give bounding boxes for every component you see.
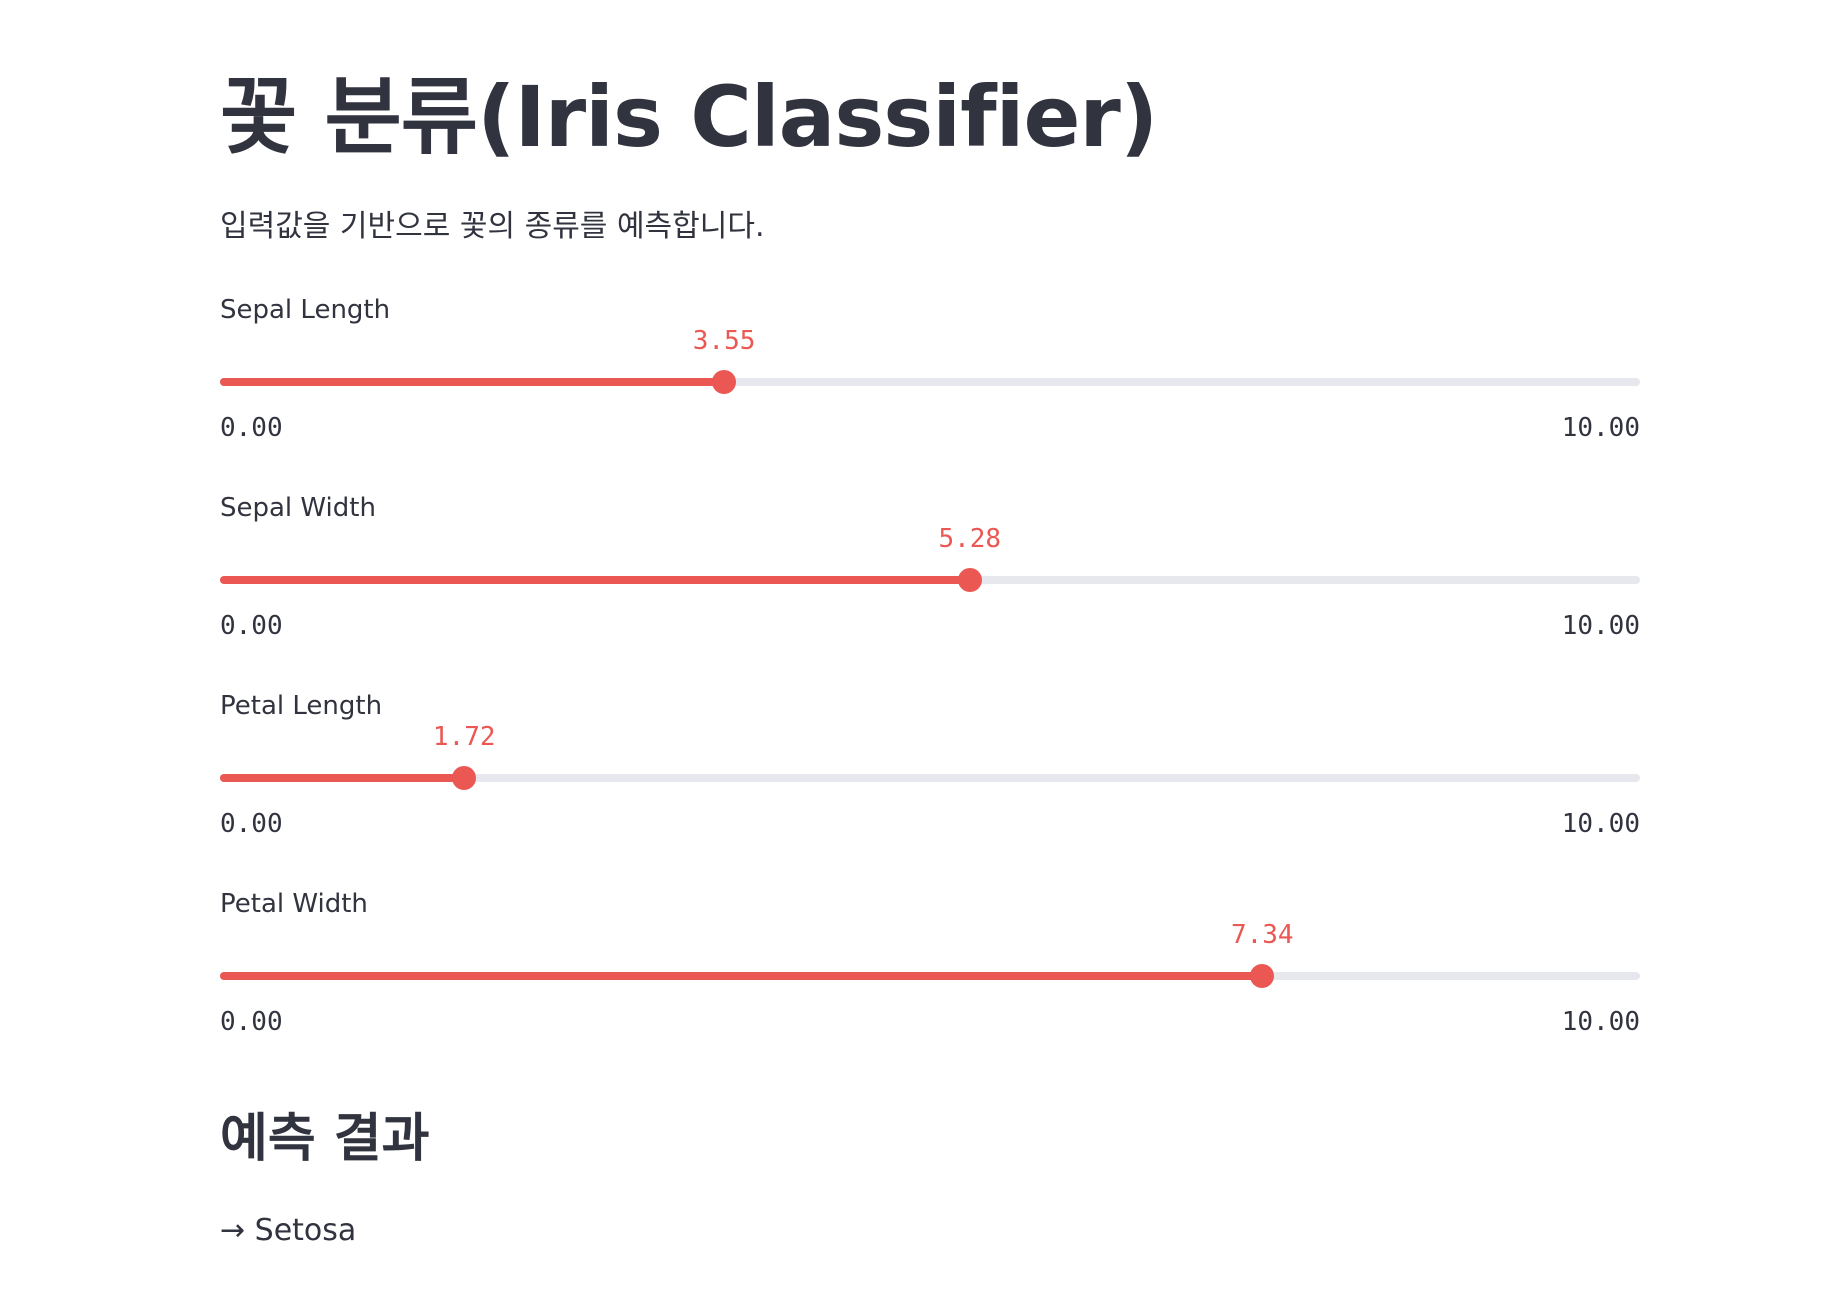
slider-label: Petal Length	[220, 691, 383, 721]
slider-track[interactable]	[220, 576, 1640, 584]
slider-current-value: 3.55	[692, 326, 756, 356]
page-title: 꽃 분류(Iris Classifier)	[220, 68, 1158, 166]
slider-current-value: 7.34	[1230, 920, 1294, 950]
result-text: → Setosa	[220, 1213, 357, 1248]
slider-current-value: 1.72	[432, 722, 496, 752]
slider-track-fill	[220, 378, 725, 386]
slider-max-label: 10.00	[1561, 413, 1640, 443]
slider-track-fill	[220, 972, 1263, 980]
slider-track-fill	[220, 774, 465, 782]
slider-label: Petal Width	[220, 889, 368, 919]
slider-track[interactable]	[220, 378, 1640, 386]
slider-sepal-length: Sepal Length 3.55 0.00 10.00	[220, 292, 1640, 482]
slider-petal-length: Petal Length 1.72 0.00 10.00	[220, 688, 1640, 878]
slider-petal-width: Petal Width 7.34 0.00 10.00	[220, 886, 1640, 1076]
slider-min-label: 0.00	[220, 809, 283, 839]
slider-sepal-width: Sepal Width 5.28 0.00 10.00	[220, 490, 1640, 680]
slider-min-label: 0.00	[220, 1007, 283, 1037]
slider-thumb[interactable]	[712, 370, 737, 394]
page-subtitle: 입력값을 기반으로 꽃의 종류를 예측합니다.	[220, 209, 765, 244]
slider-max-label: 10.00	[1561, 1007, 1640, 1037]
slider-track-area[interactable]: 5.28	[220, 524, 1640, 600]
slider-min-label: 0.00	[220, 413, 283, 443]
slider-track-area[interactable]: 3.55	[220, 326, 1640, 402]
slider-track[interactable]	[220, 972, 1640, 980]
slider-track[interactable]	[220, 774, 1640, 782]
slider-min-label: 0.00	[220, 611, 283, 641]
slider-track-area[interactable]: 7.34	[220, 920, 1640, 996]
slider-track-fill	[220, 576, 970, 584]
slider-thumb[interactable]	[1250, 964, 1275, 988]
slider-track-area[interactable]: 1.72	[220, 722, 1640, 798]
slider-label: Sepal Width	[220, 493, 376, 523]
slider-thumb[interactable]	[957, 568, 982, 592]
slider-max-label: 10.00	[1561, 809, 1640, 839]
result-heading: 예측 결과	[220, 1109, 430, 1169]
slider-max-label: 10.00	[1561, 611, 1640, 641]
slider-label: Sepal Length	[220, 295, 391, 325]
slider-thumb[interactable]	[452, 766, 477, 790]
slider-current-value: 5.28	[938, 524, 1002, 554]
